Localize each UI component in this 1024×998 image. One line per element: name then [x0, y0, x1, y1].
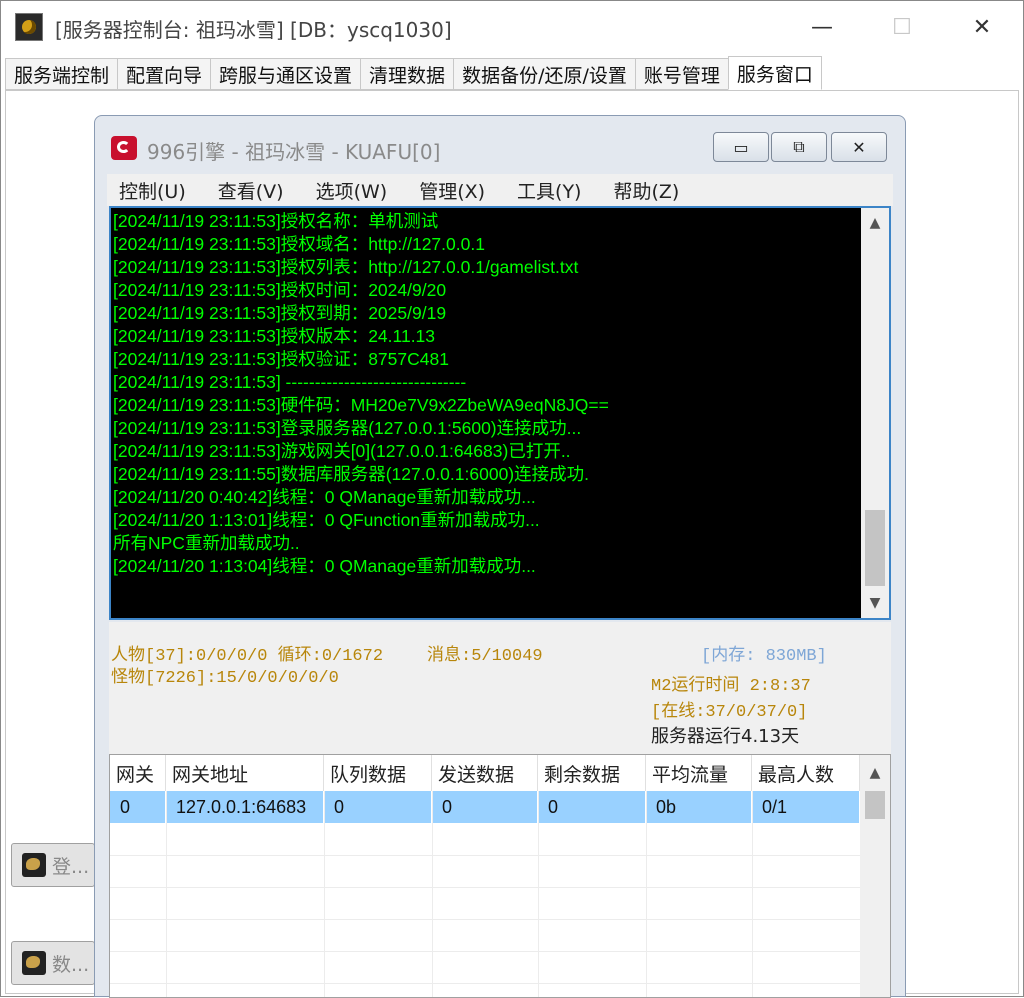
tab-service-window[interactable]: 服务窗口 [727, 56, 822, 90]
grid-column [752, 791, 753, 997]
table-cell: 0 [110, 791, 166, 823]
menu-options[interactable]: 选项(W) [316, 177, 388, 204]
menu-bar: 控制(U) 查看(V) 选项(W) 管理(X) 工具(Y) 帮助(Z) [107, 174, 893, 206]
tab-account[interactable]: 账号管理 [634, 58, 729, 90]
table-cell: 127.0.0.1:64683 [166, 791, 324, 823]
grid-line [110, 983, 860, 984]
log-line: [2024/11/19 23:11:53]授权域名：http://127.0.0… [113, 234, 485, 254]
log-line: [2024/11/19 23:11:53]授权名称：单机测试 [113, 211, 439, 231]
maximize-button[interactable]: ☐ [877, 9, 927, 45]
menu-help[interactable]: 帮助(Z) [613, 177, 679, 204]
scroll-up-icon[interactable]: ▲ [860, 761, 890, 785]
grid-column [432, 791, 433, 997]
minimize-button[interactable]: — [797, 9, 847, 45]
grid-column [646, 791, 647, 997]
menu-tools[interactable]: 工具(Y) [517, 177, 581, 204]
engine-restore-button[interactable]: ⧉ [771, 132, 827, 162]
scroll-thumb[interactable] [865, 791, 885, 819]
log-line: [2024/11/20 1:13:04]线程：0 QManage重新加载成功..… [113, 556, 536, 576]
tab-config-wizard[interactable]: 配置向导 [117, 58, 212, 90]
engine-minimize-button[interactable]: ▭ [713, 132, 769, 162]
column-header[interactable]: 发送数据 [432, 755, 538, 791]
m2-runtime: M2运行时间 2:8:37 [651, 677, 811, 696]
log-line: 所有NPC重新加载成功.. [113, 533, 300, 553]
engine-window: 996引擎 - 祖玛冰雪 - KUAFU[0] ▭ ⧉ ✕ 控制(U) 查看(V… [94, 115, 906, 998]
server-icon [22, 951, 46, 975]
log-console[interactable]: [2024/11/19 23:11:53]授权名称：单机测试 [2024/11/… [109, 206, 891, 620]
grid-column [166, 791, 167, 997]
tab-cross-server[interactable]: 跨服与通区设置 [210, 58, 362, 90]
app-icon [15, 13, 43, 41]
close-button[interactable]: ✕ [957, 9, 1007, 45]
tab-clean-data[interactable]: 清理数据 [360, 58, 455, 90]
log-line: [2024/11/20 1:13:01]线程：0 QFunction重新加载成功… [113, 510, 540, 530]
db-server-label: 数... [52, 953, 90, 976]
log-scrollbar[interactable]: ▲ ▼ [861, 208, 889, 618]
scroll-down-icon[interactable]: ▼ [861, 590, 889, 616]
memory-status: [内存: 830MB] [701, 647, 827, 666]
server-icon [22, 853, 46, 877]
status-panel: 人物[37]:0/0/0/0 循环:0/1672 消息:5/10049 怪物[7… [109, 622, 891, 754]
scroll-up-icon[interactable]: ▲ [861, 210, 889, 236]
title-bar: [服务器控制台: 祖玛冰雪] [DB：yscq1030] — ☐ ✕ [1, 1, 1023, 55]
message-status: 消息:5/10049 [427, 647, 543, 666]
table-cell: 0 [538, 791, 646, 823]
engine-window-title: 996引擎 - 祖玛冰雪 - KUAFU[0] [147, 140, 441, 164]
menu-view[interactable]: 查看(V) [218, 177, 284, 204]
main-tabs: 服务端控制 配置向导 跨服与通区设置 清理数据 数据备份/还原/设置 账号管理 … [5, 56, 822, 90]
grid-line [110, 855, 860, 856]
online-count: [在线:37/0/37/0] [651, 703, 808, 722]
column-header[interactable]: 网关地址 [166, 755, 324, 791]
column-header[interactable]: 网关 [110, 755, 166, 791]
log-line: [2024/11/19 23:11:53]授权列表：http://127.0.0… [113, 257, 579, 277]
tab-server-control[interactable]: 服务端控制 [5, 58, 119, 90]
table-cell: 0 [432, 791, 538, 823]
table-header: 网关 网关地址 队列数据 发送数据 剩余数据 平均流量 最高人数 [110, 755, 860, 792]
column-header[interactable]: 队列数据 [324, 755, 432, 791]
table-row[interactable]: 0 127.0.0.1:64683 0 0 0 0b 0/1 [110, 791, 860, 823]
log-line: [2024/11/19 23:11:53] ------------------… [113, 372, 467, 392]
log-line: [2024/11/19 23:11:53]授权验证：8757C481 [113, 349, 449, 369]
table-scrollbar[interactable]: ▲ [860, 755, 890, 997]
grid-column [538, 791, 539, 997]
menu-manage[interactable]: 管理(X) [419, 177, 485, 204]
grid-line [110, 919, 860, 920]
log-line: [2024/11/19 23:11:53]授权时间：2024/9/20 [113, 280, 447, 300]
engine-close-button[interactable]: ✕ [831, 132, 887, 162]
login-server-button[interactable]: 登... [11, 843, 95, 887]
grid-line [110, 887, 860, 888]
login-server-label: 登... [52, 855, 90, 878]
log-line: [2024/11/19 23:11:53]游戏网关[0](127.0.0.1:6… [113, 441, 571, 461]
table-cell: 0 [324, 791, 432, 823]
log-line: [2024/11/19 23:11:53]硬件码：MH20e7V9x2ZbeWA… [113, 395, 609, 415]
menu-control[interactable]: 控制(U) [119, 177, 186, 204]
log-line: [2024/11/19 23:11:53]授权版本：24.11.13 [113, 326, 436, 346]
window-title: [服务器控制台: 祖玛冰雪] [DB：yscq1030] [55, 18, 452, 42]
log-line: [2024/11/20 0:40:42]线程：0 QManage重新加载成功..… [113, 487, 536, 507]
log-line: [2024/11/19 23:11:53]登录服务器(127.0.0.1:560… [113, 418, 582, 438]
log-line: [2024/11/19 23:11:55]数据库服务器(127.0.0.1:60… [113, 464, 589, 484]
grid-line [110, 951, 860, 952]
tab-backup[interactable]: 数据备份/还原/设置 [453, 58, 636, 90]
log-line: [2024/11/19 23:11:53]授权到期：2025/9/19 [113, 303, 447, 323]
grid-column [324, 791, 325, 997]
scroll-thumb[interactable] [865, 510, 885, 586]
engine-title-bar: 996引擎 - 祖玛冰雪 - KUAFU[0] ▭ ⧉ ✕ [95, 116, 905, 176]
column-header[interactable]: 最高人数 [752, 755, 860, 791]
gateway-table: 网关 网关地址 队列数据 发送数据 剩余数据 平均流量 最高人数 0 127.0… [109, 754, 891, 998]
server-runtime: 服务器运行4.13天 [651, 726, 800, 747]
column-header[interactable]: 剩余数据 [538, 755, 646, 791]
table-cell: 0b [646, 791, 752, 823]
engine-app-icon [111, 136, 137, 160]
monster-status: 怪物[7226]:15/0/0/0/0/0 [111, 669, 339, 688]
table-cell: 0/1 [752, 791, 860, 823]
column-header[interactable]: 平均流量 [646, 755, 752, 791]
db-server-button[interactable]: 数... [11, 941, 95, 985]
